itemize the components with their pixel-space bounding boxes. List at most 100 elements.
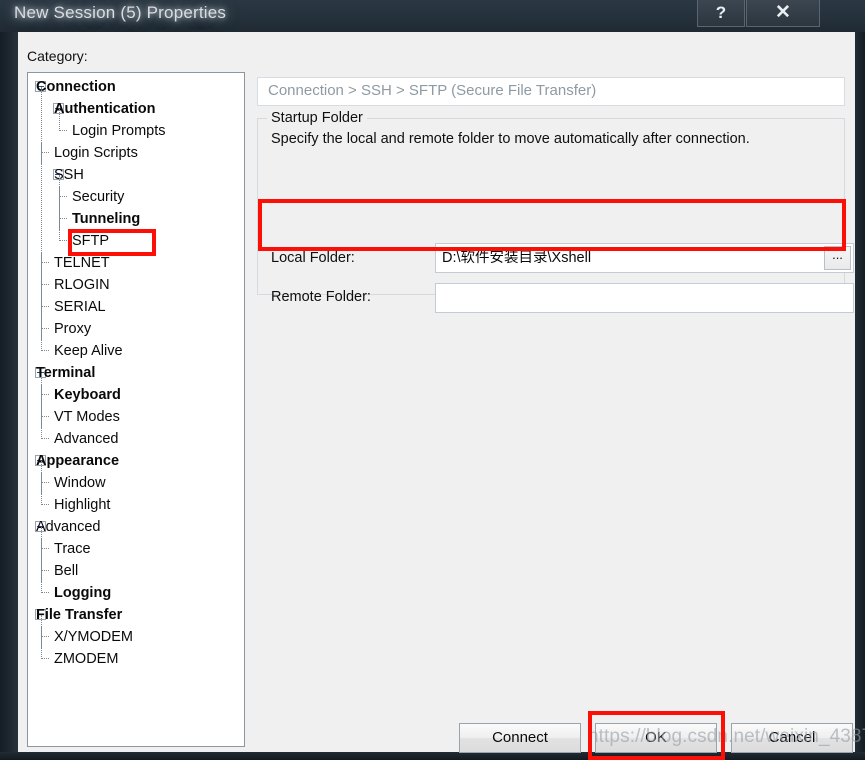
tree-trunk-line [41, 527, 42, 593]
window-right-border [855, 32, 865, 760]
sidebar-item-label: ZMODEM [54, 651, 119, 667]
sidebar-item-rlogin[interactable]: RLOGIN [28, 274, 244, 296]
sidebar-item-advanced[interactable]: Advanced [28, 516, 244, 538]
tree-connector [41, 296, 49, 318]
sidebar-item-connection[interactable]: Connection [28, 76, 244, 98]
ok-button[interactable]: OK [595, 723, 717, 753]
tree-connector [41, 252, 49, 274]
sidebar-item-label: Window [54, 475, 106, 491]
tree-connector [41, 274, 49, 296]
sidebar-item-label: Tunneling [72, 211, 141, 227]
close-button[interactable]: ✕ [746, 0, 820, 27]
tree-trunk-line [41, 87, 42, 351]
local-folder-label: Local Folder: [271, 250, 355, 266]
tree-connector [41, 648, 49, 659]
tree-connector [59, 186, 67, 208]
sidebar-item-login-scripts[interactable]: Login Scripts [28, 142, 244, 164]
sidebar-item-label: Appearance [36, 453, 120, 469]
tree-connector [41, 406, 49, 428]
tree-connector [41, 560, 49, 582]
tree-connector [41, 582, 49, 593]
connect-button[interactable]: Connect [459, 723, 581, 753]
sidebar-item-label: Trace [54, 541, 91, 557]
category-tree[interactable]: Connection Authentication Login Prompts Log… [27, 72, 245, 747]
sidebar-item-ssh[interactable]: SSH [28, 164, 244, 186]
sidebar-item-label: Security [72, 189, 125, 205]
sidebar-item-label: Login Scripts [54, 145, 138, 161]
tree-connector [41, 494, 49, 505]
browse-folder-button[interactable]: ... [824, 246, 851, 270]
sidebar-item-zmodem[interactable]: ZMODEM [28, 648, 244, 670]
tree-trunk-line [59, 109, 60, 131]
sidebar-item-login-prompts[interactable]: Login Prompts [28, 120, 244, 142]
sidebar-item-keep-alive[interactable]: Keep Alive [28, 340, 244, 362]
tree-connector [41, 428, 49, 439]
remote-folder-input[interactable] [435, 283, 854, 313]
tree-connector [59, 230, 67, 241]
tree-trunk-line [41, 615, 42, 659]
sidebar-item-tunneling[interactable]: Tunneling [28, 208, 244, 230]
sidebar-item-label: Advanced [54, 431, 119, 447]
local-folder-input[interactable]: D:\软件安装目录\Xshell [435, 243, 854, 273]
sidebar-item-x-ymodem[interactable]: X/YMODEM [28, 626, 244, 648]
tree-trunk-line [41, 461, 42, 505]
title-bar: New Session (5) Properties ? ✕ [0, 0, 865, 33]
tree-connector [41, 538, 49, 560]
sidebar-item-sftp[interactable]: SFTP [28, 230, 244, 252]
sidebar-item-label: Authentication [54, 101, 156, 117]
window-left-border [0, 32, 18, 760]
sidebar-item-label: Terminal [36, 365, 96, 381]
sidebar-item-label: VT Modes [54, 409, 120, 425]
sidebar-item-appearance[interactable]: Appearance [28, 450, 244, 472]
sidebar-item-file-transfer[interactable]: File Transfer [28, 604, 244, 626]
sidebar-item-authentication[interactable]: Authentication [28, 98, 244, 120]
sidebar-item-label: File Transfer [36, 607, 123, 623]
tree-trunk-line [59, 175, 60, 241]
startup-folder-legend: Startup Folder [267, 110, 367, 126]
cancel-button[interactable]: Cancel [731, 723, 853, 753]
sidebar-item-label: Advanced [36, 519, 101, 535]
sidebar-item-label: SERIAL [54, 299, 106, 315]
tree-connector [59, 208, 67, 230]
tree-connector [41, 318, 49, 340]
sidebar-item-trace[interactable]: Trace [28, 538, 244, 560]
sidebar-item-telnet[interactable]: TELNET [28, 252, 244, 274]
breadcrumb-bar: Connection > SSH > SFTP (Secure File Tra… [257, 77, 845, 106]
sidebar-item-advanced[interactable]: Advanced [28, 428, 244, 450]
sidebar-item-label: TELNET [54, 255, 110, 271]
sidebar-item-label: Keep Alive [54, 343, 123, 359]
sidebar-item-label: SFTP [72, 233, 110, 249]
sidebar-item-logging[interactable]: Logging [28, 582, 244, 604]
sidebar-item-vt-modes[interactable]: VT Modes [28, 406, 244, 428]
help-button[interactable]: ? [697, 0, 745, 27]
sidebar-item-label: Keyboard [54, 387, 121, 403]
window-frame: New Session (5) Properties ? ✕ Category:… [0, 0, 865, 760]
breadcrumb: Connection > SSH > SFTP (Secure File Tra… [268, 82, 597, 99]
tree-connector [41, 384, 49, 406]
sidebar-item-label: Proxy [54, 321, 92, 337]
category-label: Category: [27, 48, 88, 64]
remote-folder-label: Remote Folder: [271, 289, 371, 305]
window-bottom-border [0, 752, 865, 760]
tree-connector [41, 340, 49, 351]
sidebar-item-window[interactable]: Window [28, 472, 244, 494]
sidebar-item-label: Logging [54, 585, 112, 601]
sidebar-item-highlight[interactable]: Highlight [28, 494, 244, 516]
sidebar-item-serial[interactable]: SERIAL [28, 296, 244, 318]
tree-connector [41, 142, 49, 164]
sidebar-item-label: Connection [36, 79, 116, 95]
sidebar-item-bell[interactable]: Bell [28, 560, 244, 582]
sidebar-item-label: X/YMODEM [54, 629, 133, 645]
tree-connector [59, 120, 67, 131]
tree-connector [41, 472, 49, 494]
sidebar-item-label: RLOGIN [54, 277, 110, 293]
tree-trunk-line [41, 373, 42, 439]
sidebar-item-proxy[interactable]: Proxy [28, 318, 244, 340]
sidebar-item-security[interactable]: Security [28, 186, 244, 208]
group-description: Specify the local and remote folder to m… [271, 131, 750, 147]
tree-connector [41, 626, 49, 648]
sidebar-item-keyboard[interactable]: Keyboard [28, 384, 244, 406]
sidebar-item-label: Bell [54, 563, 79, 579]
sidebar-item-label: Highlight [54, 497, 111, 513]
sidebar-item-terminal[interactable]: Terminal [28, 362, 244, 384]
